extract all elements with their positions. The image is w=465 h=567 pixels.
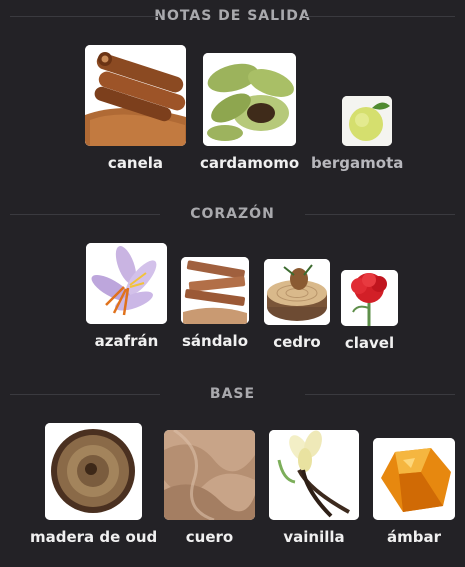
section-title-top-notes: NOTAS DE SALIDA [0, 8, 465, 24]
note-label: vainilla [283, 528, 345, 546]
note-cardamomo[interactable]: cardamomo [200, 53, 299, 172]
note-sandalo[interactable]: sándalo [181, 257, 249, 350]
vanilla-image [269, 430, 359, 520]
note-label: ámbar [386, 528, 441, 546]
cedar-image [264, 259, 330, 325]
note-label: azafrán [94, 332, 159, 350]
bergamot-image [341, 96, 392, 146]
sandalwood-image [181, 257, 249, 324]
saffron-image [86, 243, 167, 324]
note-label: cedro [273, 333, 321, 351]
section-title-heart-notes: CORAZÓN [0, 206, 465, 222]
note-cuero[interactable]: cuero [164, 430, 255, 546]
cardamom-image [203, 53, 297, 146]
carnation-image [341, 270, 398, 326]
leather-image [164, 430, 255, 520]
section-title-base-notes: BASE [0, 386, 465, 402]
oud-wood-image [45, 423, 143, 520]
note-label: sándalo [181, 332, 249, 350]
note-ambar[interactable]: ámbar [373, 438, 455, 546]
note-label: cuero [185, 528, 234, 546]
note-canela[interactable]: canela [85, 45, 186, 172]
note-label: cardamomo [200, 154, 300, 172]
amber-image [373, 438, 455, 520]
note-clavel[interactable]: clavel [341, 270, 398, 352]
note-bergamota[interactable]: bergamota [311, 96, 403, 172]
note-oud[interactable]: madera de oud [30, 423, 157, 546]
note-label: bergamota [311, 154, 404, 172]
note-label: canela [107, 154, 164, 172]
note-vainilla[interactable]: vainilla [269, 430, 359, 546]
note-azafran[interactable]: azafrán [86, 243, 167, 350]
cinnamon-image [85, 45, 186, 146]
note-cedro[interactable]: cedro [264, 259, 330, 351]
note-label: clavel [344, 334, 395, 352]
note-label: madera de oud [30, 528, 158, 546]
